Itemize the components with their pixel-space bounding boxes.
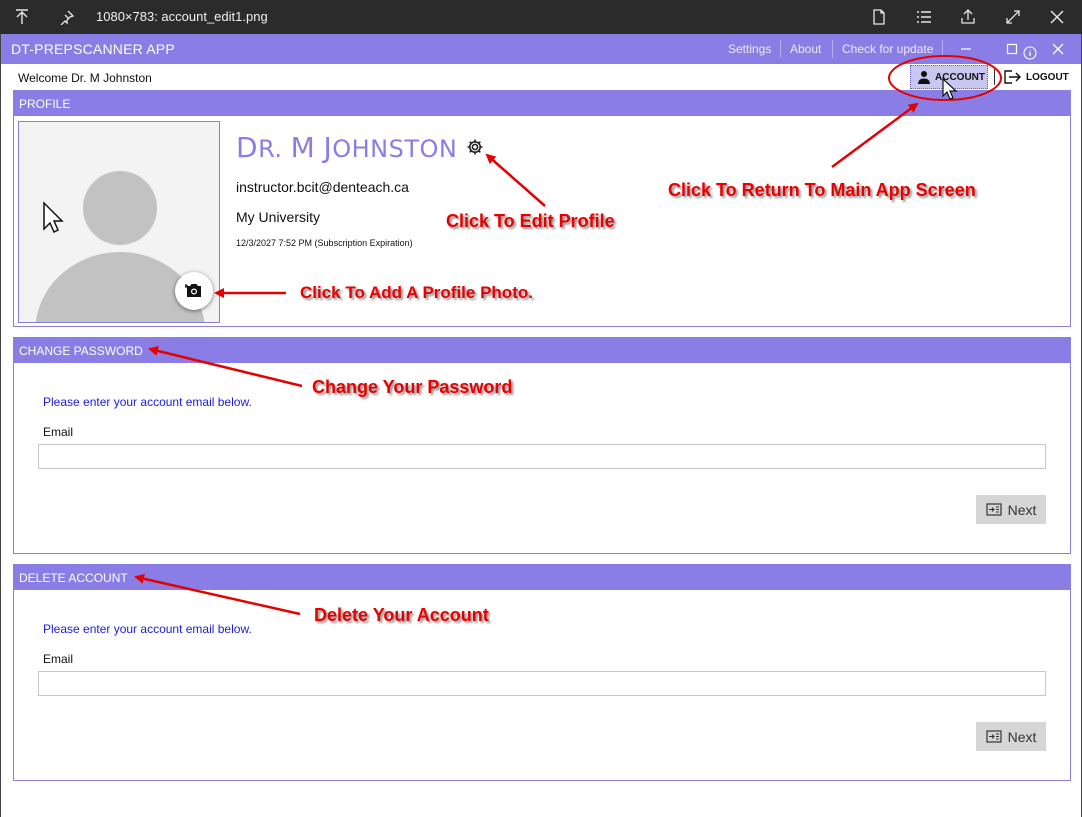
header-divider	[994, 69, 995, 85]
change-password-title: CHANGE PASSWORD	[14, 338, 1070, 363]
next-icon	[985, 503, 1002, 516]
settings-link[interactable]: Settings	[728, 42, 771, 56]
expand-icon[interactable]	[1003, 7, 1023, 27]
next-label: Next	[1007, 728, 1037, 745]
delete-account-title: DELETE ACCOUNT	[14, 565, 1070, 590]
profile-name: DR. M JOHNSTON	[236, 131, 458, 164]
change-password-next-button[interactable]: Next	[976, 495, 1046, 524]
subscription-expiration: 12/3/2027 7:52 PM (Subscription Expirati…	[236, 238, 413, 248]
app-title: DT-PREPSCANNER APP	[11, 41, 175, 57]
change-password-email-input[interactable]	[38, 444, 1046, 469]
annotation-edit-profile: Click To Edit Profile	[446, 211, 615, 231]
change-password-section: CHANGE PASSWORD Please enter your accoun…	[13, 337, 1071, 554]
viewer-title: 1080×783: account_edit1.png	[96, 9, 268, 24]
about-link[interactable]: About	[790, 42, 821, 56]
check-update-link[interactable]: Check for update	[842, 42, 933, 56]
info-icon[interactable]	[1021, 44, 1039, 62]
profile-photo	[18, 121, 220, 323]
change-password-email-label: Email	[43, 425, 74, 439]
delete-account-next-button[interactable]: Next	[976, 722, 1046, 751]
annotation-delete-account: Delete Your Account	[314, 605, 489, 625]
profile-section-title: PROFILE	[14, 91, 1070, 116]
annotation-change-password: Change Your Password	[312, 377, 513, 397]
next-label: Next	[1007, 501, 1037, 518]
close-icon[interactable]	[1047, 7, 1067, 27]
account-label: ACCOUNT	[935, 71, 985, 83]
delete-account-email-input[interactable]	[38, 671, 1046, 696]
delete-account-email-label: Email	[43, 652, 74, 666]
gear-icon[interactable]	[466, 138, 484, 156]
list-icon[interactable]	[914, 7, 934, 27]
change-password-hint: Please enter your account email below.	[43, 395, 252, 409]
nav-separator	[832, 40, 833, 58]
logout-icon	[1004, 70, 1021, 84]
annotation-return-main: Click To Return To Main App Screen	[668, 180, 976, 200]
account-button[interactable]: ACCOUNT	[910, 65, 988, 89]
profile-organization: My University	[236, 209, 321, 225]
app-titlebar: DT-PREPSCANNER APP Settings About Check …	[1, 34, 1081, 64]
delete-account-section: DELETE ACCOUNT Please enter your account…	[13, 564, 1071, 781]
next-icon	[985, 730, 1002, 743]
user-icon	[918, 71, 930, 84]
app-window: DT-PREPSCANNER APP Settings About Check …	[0, 34, 1082, 817]
add-photo-button[interactable]	[175, 272, 213, 310]
image-viewer-bar: 1080×783: account_edit1.png	[0, 0, 1082, 34]
close-icon[interactable]	[1049, 40, 1067, 58]
welcome-text: Welcome Dr. M Johnston	[18, 71, 152, 85]
minimize-icon[interactable]	[957, 40, 975, 58]
maximize-icon[interactable]	[1003, 40, 1021, 58]
file-icon[interactable]	[869, 7, 889, 27]
camera-icon	[185, 284, 201, 297]
profile-email: instructor.bcit@denteach.ca	[236, 179, 409, 195]
logout-button[interactable]: LOGOUT	[1004, 67, 1069, 87]
logout-label: LOGOUT	[1026, 71, 1069, 83]
pin-icon[interactable]	[57, 7, 77, 27]
share-icon[interactable]	[958, 7, 978, 27]
nav-separator	[942, 40, 943, 58]
upload-icon[interactable]	[12, 7, 32, 27]
profile-section: PROFILE DR. M JOHNSTON instructor.bcit@d…	[13, 90, 1071, 327]
delete-account-hint: Please enter your account email below.	[43, 622, 252, 636]
annotation-add-photo: Click To Add A Profile Photo.	[300, 283, 533, 302]
nav-separator	[780, 40, 781, 58]
